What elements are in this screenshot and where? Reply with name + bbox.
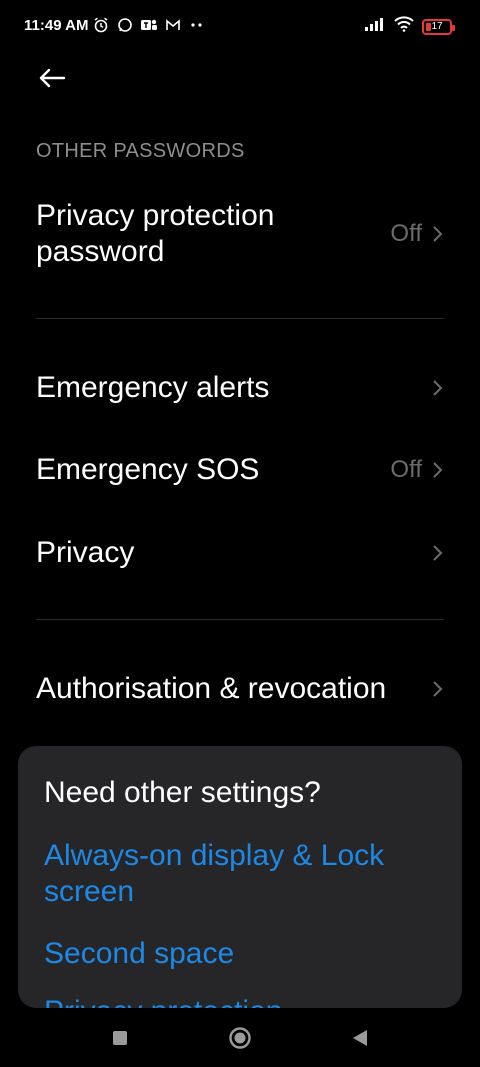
chevron-right-icon: [433, 226, 443, 242]
battery-fill: [426, 22, 431, 31]
row-right-group: [432, 544, 444, 562]
emergency-alerts-row[interactable]: Emergency alerts: [36, 368, 444, 408]
emergency-alerts-title: Emergency alerts: [36, 371, 270, 404]
notification-icons: [92, 16, 206, 34]
home-circle-icon: [229, 1026, 251, 1049]
back-triangle-icon: [353, 1029, 367, 1046]
back-nav-button[interactable]: [340, 1018, 380, 1058]
recents-square-icon: [113, 1030, 127, 1045]
emergency-sos-title: Emergency SOS: [36, 453, 260, 486]
home-button[interactable]: [220, 1018, 260, 1058]
row-right-group: [432, 680, 444, 698]
privacy-title: Privacy: [36, 536, 135, 569]
battery-level: 17: [431, 21, 443, 32]
need-other-settings-card: Need other settings? Always-on display &…: [18, 746, 462, 1008]
chevron-right-icon: [433, 380, 443, 396]
section-header-other-passwords: OTHER PASSWORDS: [36, 140, 245, 162]
privacy-row[interactable]: Privacy: [36, 533, 444, 573]
emergency-sos-row[interactable]: Emergency SOS Off: [36, 450, 444, 490]
system-icons: 17: [364, 16, 455, 37]
back-button[interactable]: [34, 60, 70, 96]
more-dots-icon: [188, 16, 206, 34]
authorisation-revocation-row[interactable]: Authorisation & revocation: [36, 669, 444, 709]
row-right-group: [432, 379, 444, 397]
wifi-icon: [394, 16, 414, 37]
teams-icon: [140, 16, 158, 34]
divider: [36, 318, 444, 319]
second-space-link[interactable]: Second space: [44, 936, 234, 972]
gmail-icon: [164, 16, 182, 34]
privacy-protection-password-row[interactable]: Privacy protection password Off: [36, 198, 444, 270]
privacy-protection-password-title: Privacy protection password: [36, 199, 275, 268]
row-right-group: Off: [390, 456, 444, 484]
recents-button[interactable]: [100, 1018, 140, 1058]
battery-icon: 17: [422, 18, 455, 35]
card-title: Need other settings?: [44, 776, 321, 809]
chevron-right-icon: [433, 681, 443, 697]
navigation-bar: [0, 1008, 480, 1067]
signal-icon: [364, 17, 386, 36]
always-on-display-link[interactable]: Always-on display & Lock screen: [44, 838, 444, 910]
authorisation-revocation-title: Authorisation & revocation: [36, 672, 387, 705]
privacy-protection-password-value: Off: [390, 220, 422, 247]
emergency-sos-value: Off: [390, 456, 422, 483]
chevron-right-icon: [433, 545, 443, 561]
privacy-protection-link[interactable]: Privacy protection: [44, 994, 282, 1008]
divider: [36, 619, 444, 620]
chevron-right-icon: [433, 462, 443, 478]
alarm-icon: [92, 16, 110, 34]
row-right-group: Off: [390, 220, 444, 248]
arrow-left-icon: [39, 68, 66, 88]
whatsapp-icon: [116, 16, 134, 34]
status-bar: 11:49 AM 17: [0, 0, 480, 54]
status-time: 11:49 AM: [24, 17, 89, 34]
